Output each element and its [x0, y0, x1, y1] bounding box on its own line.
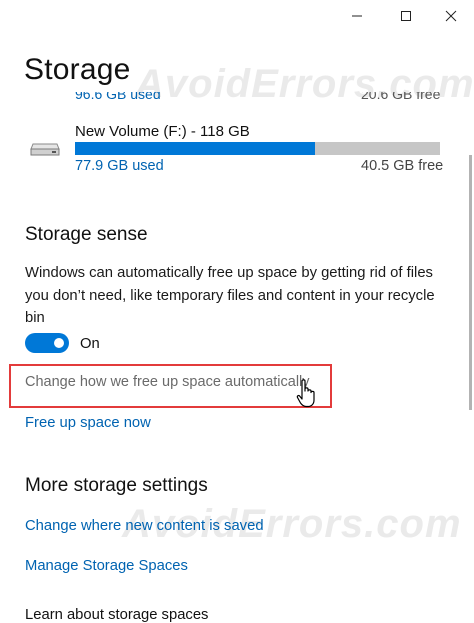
minimize-icon [352, 15, 362, 17]
free-up-space-now-link[interactable]: Free up space now [25, 415, 151, 431]
scrollbar[interactable] [469, 155, 472, 410]
drive-used[interactable]: 77.9 GB used [75, 158, 164, 174]
partial-drive-used[interactable]: 96.6 GB used [75, 92, 161, 102]
drive-name[interactable]: New Volume (F:) - 118 GB [75, 123, 250, 140]
storage-sense-toggle[interactable] [25, 333, 69, 353]
page-title: Storage [24, 53, 131, 86]
hand-cursor-icon [296, 378, 318, 408]
storage-sense-description: Windows can automatically free up space … [25, 265, 435, 326]
storage-sense-heading: Storage sense [25, 224, 148, 245]
drive-usage-bar [75, 142, 440, 155]
maximize-icon [401, 11, 411, 21]
title-bar [0, 0, 474, 32]
close-button[interactable] [433, 4, 469, 28]
toggle-knob [54, 338, 64, 348]
change-free-up-link[interactable]: Change how we free up space automaticall… [25, 374, 310, 390]
minimize-button[interactable] [339, 4, 375, 28]
more-storage-settings-heading: More storage settings [25, 475, 208, 496]
manage-storage-spaces-link[interactable]: Manage Storage Spaces [25, 558, 188, 574]
toggle-state-label: On [80, 336, 100, 352]
drive-free: 40.5 GB free [361, 158, 444, 174]
drive-icon [30, 140, 60, 158]
partial-drive-free: 20.6 GB free [361, 86, 441, 102]
change-where-saved-link[interactable]: Change where new content is saved [25, 518, 264, 534]
drive-usage-fill [75, 142, 316, 155]
close-icon [445, 10, 457, 22]
maximize-button[interactable] [388, 4, 424, 28]
